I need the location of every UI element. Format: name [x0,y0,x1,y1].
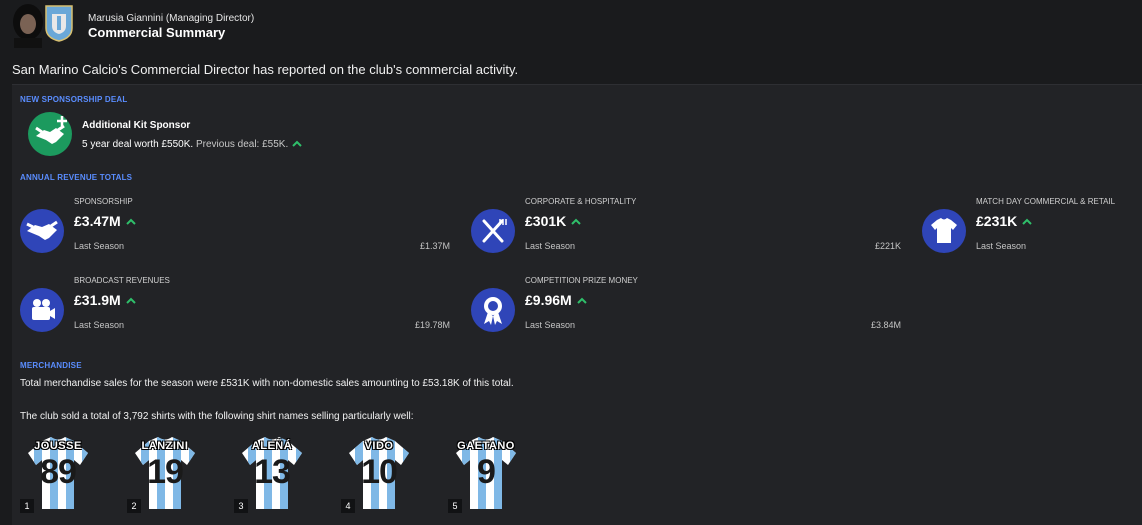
revenue-label: COMPETITION PRIZE MONEY [525,276,638,285]
cutlery-icon [471,209,515,253]
shirt-number: 13 [254,453,291,491]
shirt-rank: 4 [341,499,355,513]
revenue-broadcast[interactable]: BROADCAST REVENUES £31.9M Last Season £1… [20,276,450,346]
sponsor-deal-value: 5 year deal worth £550K. [82,139,194,150]
new-sponsor-handshake-icon [28,112,72,156]
increase-arrow-icon [571,218,581,226]
rosette-icon [471,288,515,332]
shirt-rank: 3 [234,499,248,513]
shirt-item[interactable]: GAETANO 9 5 [448,433,524,513]
shirt-item[interactable]: ALEÑÁ 13 3 [234,433,310,513]
revenue-prize-money[interactable]: COMPETITION PRIZE MONEY £9.96M Last Seas… [471,276,901,346]
revenue-value: £9.96M [525,292,588,308]
revenue-value: £301K [525,213,582,229]
last-season-value: £19.78M [414,320,450,330]
increase-arrow-icon [1022,218,1032,226]
revenue-label: MATCH DAY COMMERCIAL & RETAIL [976,197,1116,206]
sponsor-name: Additional Kit Sponsor [82,120,191,131]
last-season-label: Last Season [976,241,1027,251]
revenue-label: CORPORATE & HOSPITALITY [525,197,637,206]
revenue-amount: £9.96M [525,292,572,308]
sponsorship-section-title: NEW SPONSORSHIP DEAL [20,95,128,104]
last-season-label: Last Season [74,320,125,330]
shirt-item[interactable]: LANZINI 19 2 [127,433,203,513]
shirt-name: VIDO [364,440,394,452]
sponsor-deal-details: 5 year deal worth £550K. Previous deal: … [82,139,303,150]
revenue-amount: £231K [976,213,1018,229]
revenue-label: BROADCAST REVENUES [74,276,170,285]
handshake-icon [20,209,64,253]
shirt-name: LANZINI [141,440,189,452]
message-subject: Commercial Summary [88,25,226,40]
club-crest-icon[interactable] [44,4,74,42]
shirt-item[interactable]: VIDO 10 4 [341,433,417,513]
shirt-name: GAETANO [457,440,515,452]
intro-text: San Marino Calcio's Commercial Director … [12,62,519,77]
shirt-number: 10 [361,453,398,491]
revenue-section-title: ANNUAL REVENUE TOTALS [20,173,133,182]
merchandise-summary: Total merchandise sales for the season w… [20,378,514,389]
increase-arrow-icon [125,218,136,226]
last-season-value: £1.37M [419,241,450,251]
merchandise-section-title: MERCHANDISE [20,361,82,370]
avatar[interactable] [10,2,46,48]
revenue-match-day-retail[interactable]: MATCH DAY COMMERCIAL & RETAIL £231K Last… [922,197,1132,267]
shirt-rank: 1 [20,499,34,513]
shirt-number: 89 [40,453,77,491]
shirt-number: 9 [477,453,496,491]
revenue-value: £3.47M [74,213,137,229]
camera-icon [20,288,64,332]
last-season-label: Last Season [74,241,125,251]
last-season-label: Last Season [525,241,576,251]
revenue-amount: £3.47M [74,213,121,229]
revenue-sponsorship[interactable]: SPONSORSHIP £3.47M Last Season £1.37M [20,197,450,267]
shirt-rank: 5 [448,499,462,513]
shirt-name: ALEÑÁ [251,440,293,452]
revenue-value: £31.9M [74,292,137,308]
increase-arrow-icon [125,297,136,305]
last-season-value: £3.84M [870,320,901,330]
shirt-name: JOUSSE [34,440,82,452]
increase-arrow-icon [576,297,587,305]
sponsor-previous-deal: Previous deal: £55K. [195,139,289,150]
last-season-value: £221K [874,241,901,251]
increase-arrow-icon [292,140,302,148]
commercial-report-panel: NEW SPONSORSHIP DEAL Additional Kit Spon… [12,84,1142,525]
revenue-amount: £31.9M [74,292,121,308]
message-header: Marusia Giannini (Managing Director) Com… [0,0,1142,52]
sender-name: Marusia Giannini (Managing Director) [88,13,255,24]
shirt-sales-text: The club sold a total of 3,792 shirts wi… [20,411,414,422]
shirt-icon [922,209,966,253]
shirt-item[interactable]: JOUSSE 89 1 [20,433,96,513]
revenue-label: SPONSORSHIP [74,197,133,206]
shirt-number: 19 [147,453,184,491]
revenue-corporate-hospitality[interactable]: CORPORATE & HOSPITALITY £301K Last Seaso… [471,197,901,267]
revenue-value: £231K [976,213,1033,229]
shirt-rank: 2 [127,499,141,513]
last-season-label: Last Season [525,320,576,330]
revenue-amount: £301K [525,213,567,229]
